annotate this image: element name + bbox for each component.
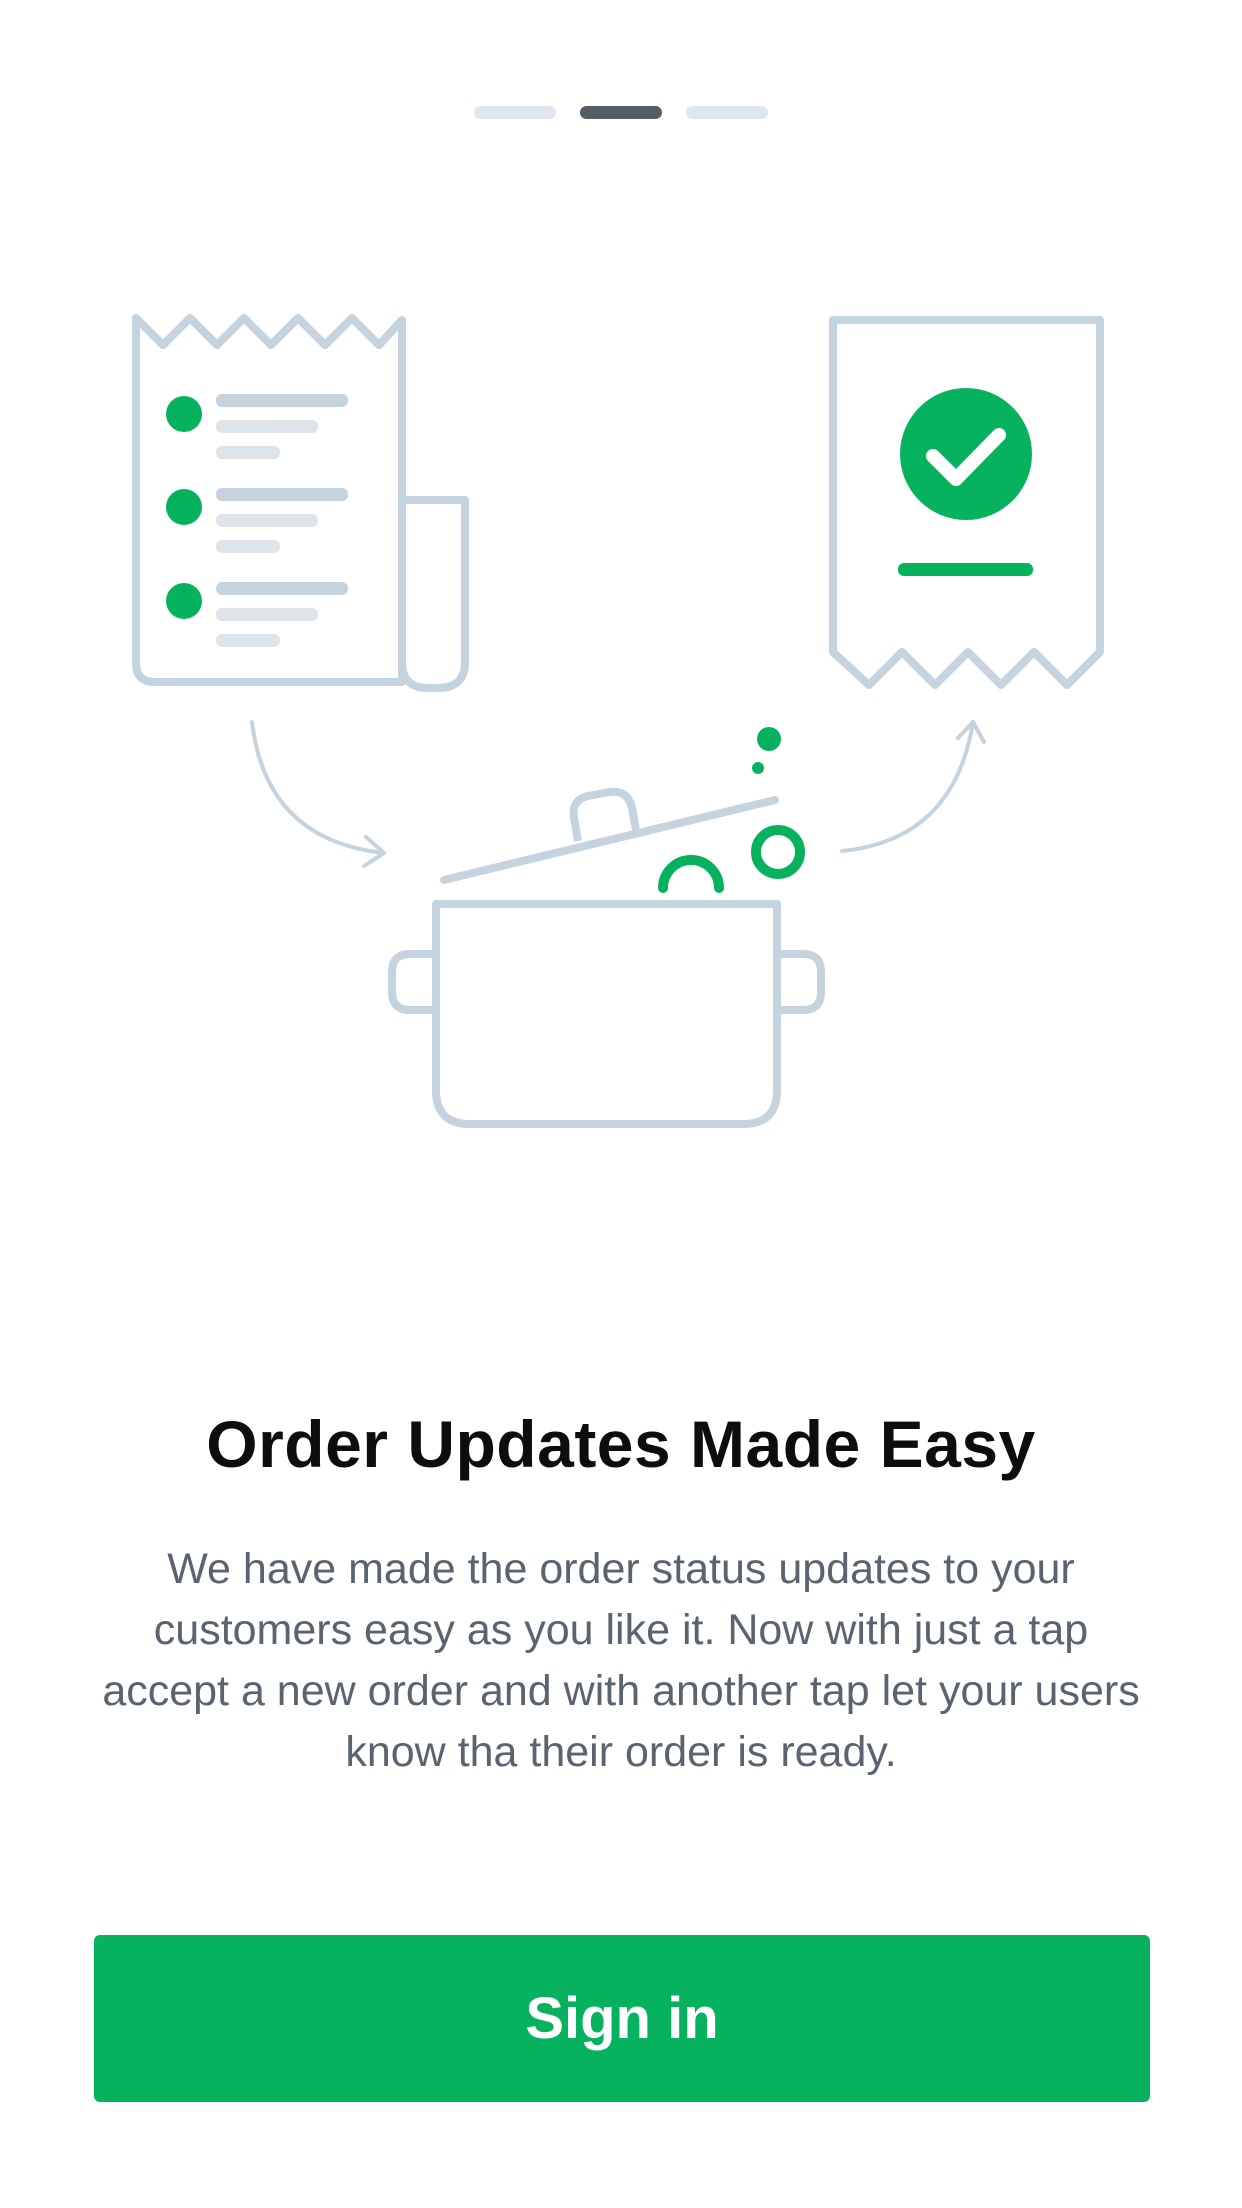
completed-receipt-icon [829,316,1104,689]
order-flow-illustration [132,314,1104,1128]
arrow-to-pot-icon [250,720,386,868]
arrow-to-done-icon [840,720,986,853]
order-receipt-icon [132,314,469,692]
cooking-pot-icon [388,727,825,1128]
page-title: Order Updates Made Easy [206,1407,1036,1482]
onboarding-description: We have made the order status updates to… [102,1545,1140,1776]
sign-in-button[interactable]: Sign in [94,1935,1150,2102]
